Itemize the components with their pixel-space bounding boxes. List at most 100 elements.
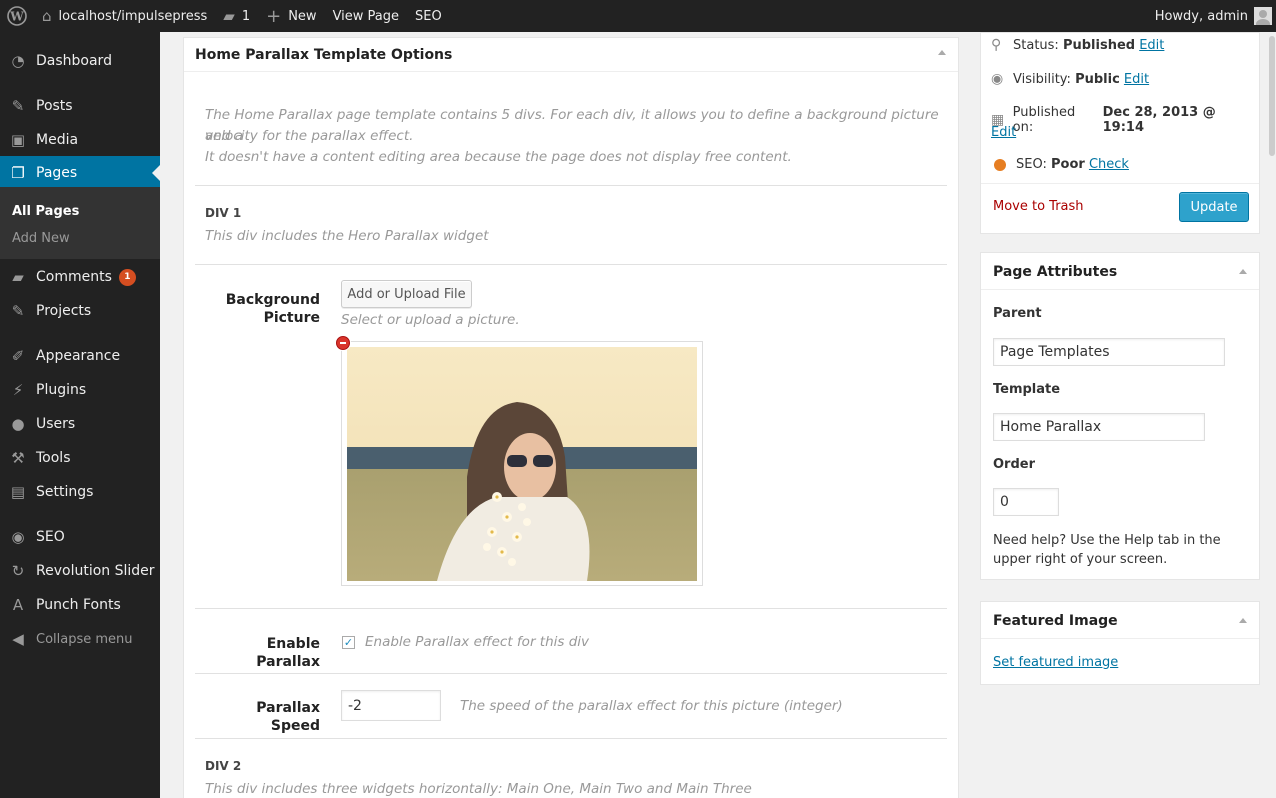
div1-title: DIV 1 [205,206,242,220]
menu-settings[interactable]: ▤ Settings [0,475,160,509]
seo-row: SEO: Poor Check [991,157,1129,172]
menu-users[interactable]: ● Users [0,407,160,441]
collapse-menu-button[interactable]: ◀ Collapse menu [0,622,160,656]
pin-icon: ✎ [11,97,25,115]
add-upload-file-button[interactable]: Add or Upload File [341,280,472,308]
menu-dashboard[interactable]: ◔ Dashboard [0,44,160,78]
template-select[interactable]: Home Parallax [993,413,1205,441]
pages-icon: ❐ [11,164,25,182]
menu-posts[interactable]: ✎ Posts [0,89,160,123]
submenu-all-pages[interactable]: All Pages [12,204,79,219]
admin-menu: ◔ Dashboard ✎ Posts ▣ Media ❐ Pages All … [0,32,160,798]
seo-menu-link[interactable]: SEO [407,0,450,32]
font-icon: A [12,596,24,614]
menu-media[interactable]: ▣ Media [0,123,160,157]
pin-icon: ✎ [11,302,25,320]
enable-parallax-hint: Enable Parallax effect for this div [365,634,590,650]
edit-visibility-link[interactable]: Edit [1124,72,1149,87]
brush-icon: ✐ [11,347,25,365]
move-to-trash-link[interactable]: Move to Trash [993,199,1084,214]
menu-comments[interactable]: ▰ Comments 1 [0,260,160,294]
account-menu[interactable]: Howdy, admin [1147,0,1276,32]
wrench-icon: ⚒ [11,449,25,467]
edit-date-row: Edit [991,125,1016,140]
divider [195,673,947,674]
background-picture-preview [341,341,703,586]
settings-icon: ▤ [10,483,26,501]
seo-status-dot [994,158,1006,171]
intro-line-2: velocity for the parallax effect. [205,128,414,144]
seo-check-link[interactable]: Check [1089,157,1129,172]
divider [195,185,947,186]
admin-bar: W ⌂ localhost/impulsepress ▰ 1 + New Vie… [0,0,1276,32]
plug-icon: ⚡ [12,381,24,399]
parent-label: Parent [993,306,1042,321]
intro-line-3: It doesn't have a content editing area b… [205,149,792,165]
comments-link[interactable]: ▰ 1 [215,0,258,32]
featured-image-box: Featured Image Set featured image [980,601,1260,685]
divider [195,608,947,609]
update-button[interactable]: Update [1179,192,1249,222]
avatar [1254,7,1272,25]
edit-status-link[interactable]: Edit [1139,38,1164,53]
menu-plugins[interactable]: ⚡ Plugins [0,373,160,407]
comment-icon: ▰ [223,7,235,25]
svg-text:W: W [9,10,24,24]
publish-box: ⚲ Status: Published Edit ◉ Visibility: P… [980,32,1260,234]
submenu-add-new[interactable]: Add New [12,231,70,246]
menu-seo[interactable]: ◉ SEO [0,520,160,554]
enable-parallax-label: Enable Parallax [256,636,320,670]
div2-title: DIV 2 [205,759,242,773]
div2-description: This div includes three widgets horizont… [205,781,752,797]
wordpress-logo-icon[interactable]: W [0,0,34,32]
template-options-header[interactable]: Home Parallax Template Options [184,38,958,72]
toggle-arrow-icon[interactable] [1239,269,1247,274]
menu-punch-fonts[interactable]: A Punch Fonts [0,588,160,622]
dashboard-icon: ◔ [11,52,25,70]
background-picture-label: Background Picture [225,292,320,326]
status-row: ⚲ Status: Published Edit [991,37,1165,53]
divider [981,183,1259,184]
enable-parallax-checkbox[interactable]: ✓ [342,636,355,649]
parallax-speed-input[interactable]: -2 [341,690,441,721]
view-page-link[interactable]: View Page [325,0,407,32]
menu-revolution-slider[interactable]: ↻ Revolution Slider [0,554,160,588]
collapse-arrow-icon: ◀ [12,630,24,648]
divider [195,738,947,739]
menu-appearance[interactable]: ✐ Appearance [0,339,160,373]
menu-tools[interactable]: ⚒ Tools [0,441,160,475]
set-featured-image-link[interactable]: Set featured image [993,655,1118,670]
page-attributes-title: Page Attributes [993,264,1118,280]
plus-icon: + [266,5,282,27]
menu-projects[interactable]: ✎ Projects [0,294,160,328]
order-label: Order [993,457,1035,472]
page-attributes-box: Page Attributes Parent Page Templates Te… [980,252,1260,580]
new-content-link[interactable]: + New [258,0,324,32]
template-label: Template [993,382,1061,397]
pin-icon: ⚲ [991,37,1002,53]
div1-description: This div includes the Hero Parallax widg… [205,228,489,244]
remove-image-icon[interactable] [336,336,350,350]
upload-hint: Select or upload a picture. [341,312,520,328]
visibility-row: ◉ Visibility: Public Edit [991,71,1150,87]
seo-icon: ◉ [11,528,25,546]
parallax-speed-label: Parallax Speed [256,700,320,734]
comment-icon: ▰ [12,268,24,286]
scrollbar-thumb[interactable] [1269,36,1275,156]
media-icon: ▣ [10,131,26,149]
order-input[interactable]: 0 [993,488,1059,516]
help-text: Need help? Use the Help tab in the upper… [993,533,1221,567]
template-options-box: Home Parallax Template Options The Home … [183,37,959,798]
home-icon: ⌂ [42,7,52,25]
toggle-arrow-icon[interactable] [938,50,946,55]
edit-date-link[interactable]: Edit [991,125,1016,140]
menu-pages[interactable]: ❐ Pages [0,156,160,190]
toggle-arrow-icon[interactable] [1239,618,1247,623]
parent-select[interactable]: Page Templates [993,338,1225,366]
site-name-link[interactable]: ⌂ localhost/impulsepress [34,0,215,32]
published-date-row: ▦ Published on: Dec 28, 2013 @ 19:14 [991,105,1216,135]
divider [195,264,947,265]
refresh-icon: ↻ [11,562,25,580]
eye-icon: ◉ [991,71,1004,87]
featured-image-title: Featured Image [993,613,1118,629]
